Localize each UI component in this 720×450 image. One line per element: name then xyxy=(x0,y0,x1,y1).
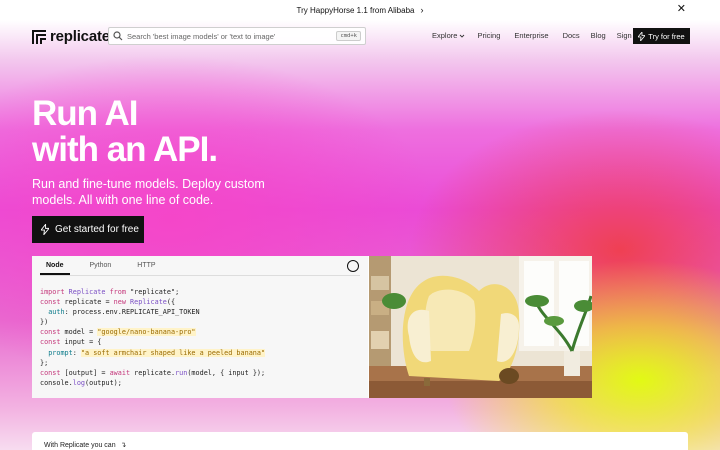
armchair-illustration xyxy=(369,256,592,398)
tab-http[interactable]: HTTP xyxy=(131,256,161,275)
lightning-icon xyxy=(41,224,49,235)
lightning-icon xyxy=(638,31,646,41)
top-nav: replicate cmd+k Explore Pricing Enterpri… xyxy=(0,26,720,50)
chevron-down-icon xyxy=(460,34,465,38)
get-started-button[interactable]: Get started for free xyxy=(32,216,144,243)
bottom-card: With Replicate you can ↴ xyxy=(32,432,688,450)
code-side: Node Python HTTP import Replicate from "… xyxy=(32,256,368,398)
nav-links: Explore Pricing Enterprise Docs Blog Sig… xyxy=(432,31,640,40)
try-for-free-button[interactable]: Try for free xyxy=(633,28,690,44)
nav-explore-label: Explore xyxy=(432,31,458,40)
close-icon[interactable]: ✕ xyxy=(677,4,686,15)
hero-subtitle: Run and fine-tune models. Deploy custom … xyxy=(32,177,265,207)
arrow-down-right-icon: ↴ xyxy=(120,442,127,449)
code-line: const [output] = await replicate.run(mod… xyxy=(40,368,266,377)
code-example-panel: Node Python HTTP import Replicate from "… xyxy=(32,256,592,398)
search-icon xyxy=(113,31,123,41)
tab-python[interactable]: Python xyxy=(84,256,118,275)
replicate-logo-icon xyxy=(32,29,46,44)
announcement-bar[interactable]: Try HappyHorse 1.1 from Alibaba › ✕ xyxy=(0,0,720,20)
code-line: }; xyxy=(40,358,49,367)
code-line: auth: process.env.REPLICATE_API_TOKEN xyxy=(48,308,200,317)
circle-icon[interactable] xyxy=(347,260,359,272)
logo[interactable]: replicate xyxy=(32,28,110,45)
nav-enterprise[interactable]: Enterprise xyxy=(514,31,548,40)
search-input[interactable] xyxy=(127,31,337,41)
code-line: const replicate = new Replicate({ xyxy=(40,298,176,307)
code-line: import Replicate from "replicate"; xyxy=(40,288,180,296)
logo-text: replicate xyxy=(50,28,110,45)
code-line: const model = "google/nano-banana-pro" xyxy=(40,328,196,337)
nav-docs[interactable]: Docs xyxy=(563,31,580,40)
banana-armchair-image xyxy=(369,256,592,398)
hero-title-line1: Run AI xyxy=(32,94,138,133)
code-line: prompt: "a soft armchair shaped like a p… xyxy=(48,348,266,357)
code-line: const input = { xyxy=(40,338,102,347)
code-line: console.log(output); xyxy=(40,378,122,387)
get-started-label: Get started for free xyxy=(55,224,139,235)
search-bar[interactable]: cmd+k xyxy=(108,27,366,45)
announcement-text[interactable]: Try HappyHorse 1.1 from Alibaba xyxy=(297,6,415,15)
nav-explore[interactable]: Explore xyxy=(432,31,465,40)
tab-node[interactable]: Node xyxy=(40,256,70,275)
hero-title: Run AI with an API. xyxy=(32,94,218,169)
bottom-card-text: With Replicate you can ↴ xyxy=(44,441,126,449)
code-block: import Replicate from "replicate"; const … xyxy=(40,287,266,388)
code-line: }) xyxy=(40,318,49,327)
nav-blog[interactable]: Blog xyxy=(591,31,606,40)
nav-pricing[interactable]: Pricing xyxy=(477,31,500,40)
language-tabs: Node Python HTTP xyxy=(40,256,360,276)
bottom-text: With Replicate you can xyxy=(44,442,116,449)
chevron-right-icon: › xyxy=(420,5,424,15)
search-shortcut: cmd+k xyxy=(336,31,361,41)
try-for-free-label: Try for free xyxy=(648,31,685,41)
hero-title-line2: with an API. xyxy=(32,130,218,169)
